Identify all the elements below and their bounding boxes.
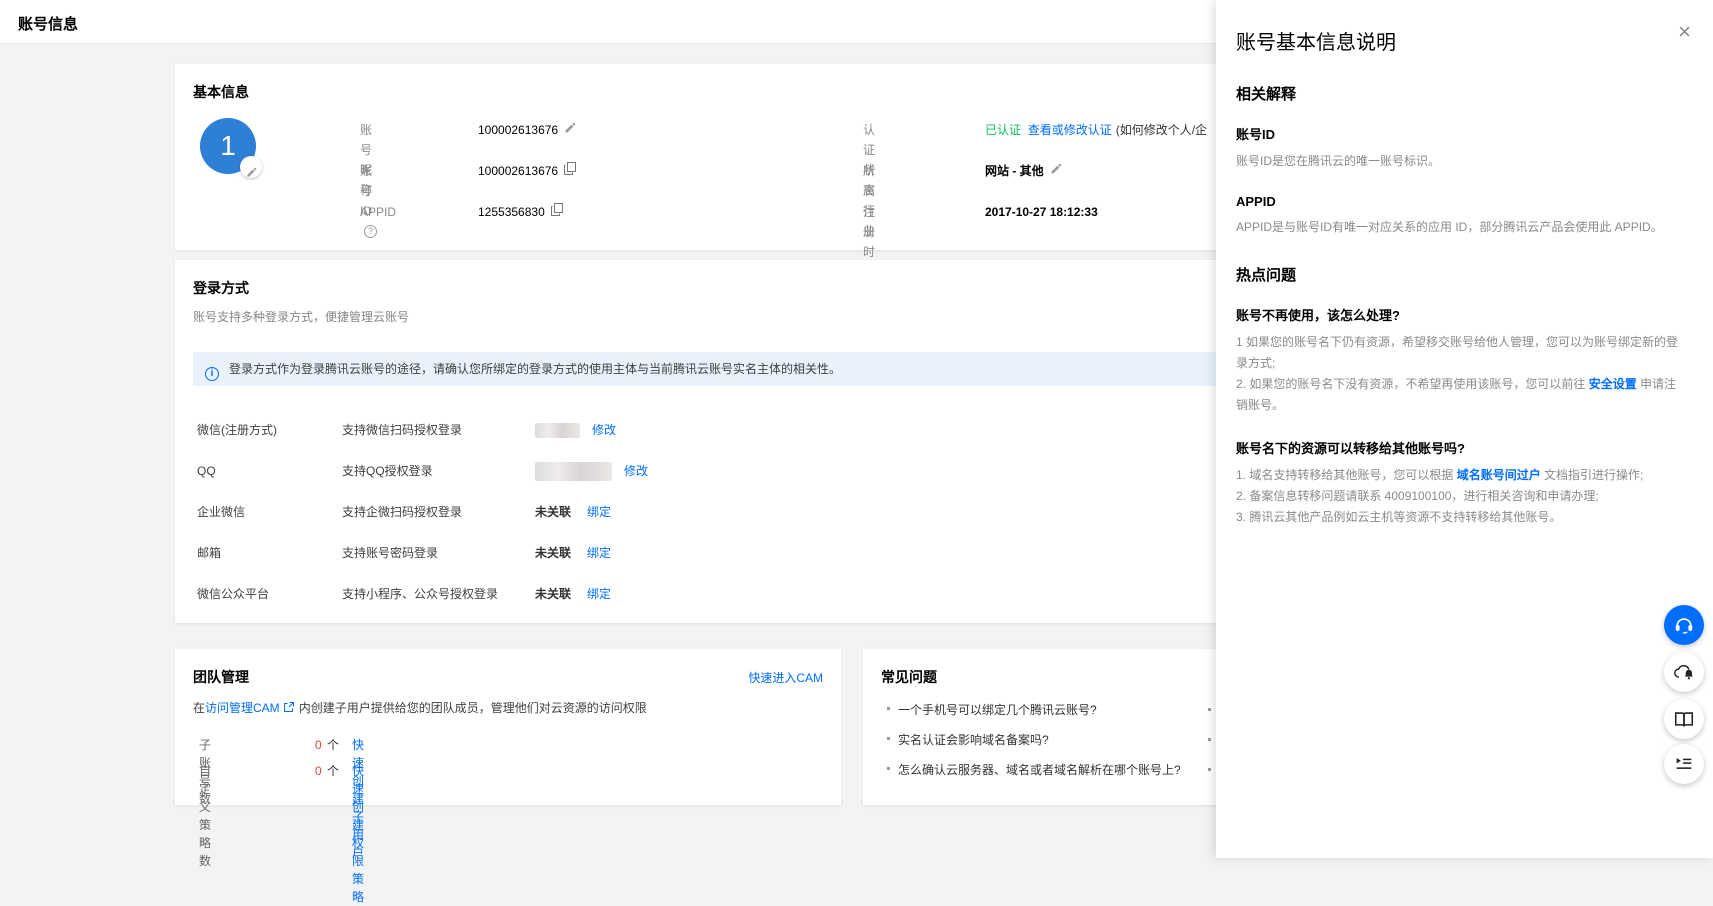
external-link-icon: [283, 702, 295, 716]
copy-icon[interactable]: [564, 161, 576, 181]
survey-icon[interactable]: [1664, 744, 1704, 784]
team-management-card: 团队管理 快速进入CAM 在访问管理CAM 内创建子用户提供给您的团队成员，管理他…: [175, 649, 841, 805]
login-methods-subtitle: 账号支持多种登录方式，便捷管理云账号: [193, 308, 409, 325]
bullet-icon: [1208, 768, 1211, 771]
login-method-desc: 支持微信扫码授权登录: [342, 420, 462, 440]
login-method-name: 微信(注册方式): [197, 420, 277, 440]
security-settings-link[interactable]: 安全设置: [1589, 377, 1637, 391]
nickname-value: 100002613676: [478, 123, 558, 137]
account-id-value: 100002613676: [478, 164, 558, 178]
count-unit: 个: [327, 762, 339, 780]
bullet-icon: [887, 707, 890, 710]
account-id-definition: 账号ID是您在腾讯云的唯一账号标识。: [1236, 151, 1685, 172]
faq-item[interactable]: 一个手机号可以绑定几个腾讯云账号?: [887, 701, 1097, 719]
edit-icon[interactable]: [564, 120, 576, 140]
login-method-desc: 支持账号密码登录: [342, 543, 438, 563]
faq-title: 常见问题: [881, 667, 937, 687]
basic-info-title: 基本信息: [193, 82, 249, 102]
login-method-name: 微信公众平台: [197, 584, 269, 604]
domain-transfer-link[interactable]: 域名账号间过户: [1457, 468, 1541, 482]
bind-link[interactable]: 绑定: [587, 546, 611, 560]
bullet-icon: [887, 737, 890, 740]
bullet-icon: [1208, 708, 1211, 711]
hot-questions-title: 热点问题: [1236, 264, 1685, 285]
close-icon[interactable]: ×: [1678, 22, 1691, 42]
help-icon[interactable]: ?: [364, 225, 377, 238]
info-side-panel: × 账号基本信息说明 相关解释 账号ID 账号ID是您在腾讯云的唯一账号标识。 …: [1216, 0, 1713, 858]
auth-status-value: 已认证: [985, 123, 1021, 137]
account-id-term: 账号ID: [1236, 124, 1685, 143]
faq-item[interactable]: 怎么确认云服务器、域名或者域名解析在哪个账号上?: [887, 761, 1181, 779]
avatar[interactable]: 1: [200, 118, 256, 174]
avatar-edit-icon[interactable]: [240, 156, 262, 178]
team-desc-prefix: 在: [193, 701, 205, 715]
team-desc-suffix: 内创建子用户提供给您的团队成员，管理他们对云资源的访问权限: [299, 701, 647, 715]
bind-status: 未关联: [535, 587, 571, 601]
question-1-title: 账号不再使用，该怎么处理?: [1236, 305, 1685, 324]
masked-value: [535, 423, 580, 438]
login-method-name: 邮箱: [197, 543, 221, 563]
modify-link[interactable]: 修改: [592, 423, 616, 437]
auth-extra-text: (如何修改个人/企: [1116, 123, 1207, 137]
masked-value: [535, 462, 612, 481]
create-policy-link[interactable]: 快速创建权限策略: [352, 762, 364, 906]
bind-link[interactable]: 绑定: [587, 587, 611, 601]
login-method-desc: 支持小程序、公众号授权登录: [342, 584, 498, 604]
bind-status: 未关联: [535, 505, 571, 519]
edit-icon[interactable]: [1050, 161, 1062, 181]
appid-term: APPID: [1236, 194, 1685, 209]
industry-value: 网站 - 其他: [985, 164, 1044, 178]
cam-link[interactable]: 访问管理CAM: [205, 701, 280, 715]
appid-definition: APPID是与账号ID有唯一对应关系的应用 ID，部分腾讯云产品会使用此 APP…: [1236, 217, 1685, 238]
login-methods-title: 登录方式: [193, 278, 249, 298]
login-method-desc: 支持企微扫码授权登录: [342, 502, 462, 522]
enter-cam-link[interactable]: 快速进入CAM: [748, 669, 823, 686]
modify-auth-link[interactable]: 查看或修改认证: [1028, 123, 1112, 137]
copy-icon[interactable]: [551, 202, 563, 222]
bullet-icon: [1208, 738, 1211, 741]
bind-link[interactable]: 绑定: [587, 505, 611, 519]
sub-account-count: 0: [315, 736, 322, 754]
appid-value: 1255356830: [478, 205, 545, 219]
team-title: 团队管理: [193, 667, 249, 687]
book-icon[interactable]: [1664, 699, 1704, 739]
custom-policy-count: 0: [315, 762, 322, 780]
appid-label: APPID: [360, 202, 396, 222]
login-notice-text: 登录方式作为登录腾讯云账号的途径，请确认您所绑定的登录方式的使用主体与当前腾讯云…: [229, 362, 841, 376]
cloud-bell-icon[interactable]: [1664, 652, 1704, 692]
login-method-desc: 支持QQ授权登录: [342, 461, 433, 481]
bullet-icon: [887, 767, 890, 770]
info-icon: i: [205, 367, 219, 381]
question-1-answer: 1 如果您的账号名下仍有资源，希望移交账号给他人管理，您可以为账号绑定新的登录方…: [1236, 332, 1685, 416]
bind-status: 未关联: [535, 546, 571, 560]
headset-icon[interactable]: [1664, 605, 1704, 645]
page-title: 账号信息: [18, 13, 78, 34]
login-method-name: 企业微信: [197, 502, 245, 522]
question-2-answer: 1. 域名支持转移给其他账号，您可以根据 域名账号间过户 文档指引进行操作; 2…: [1236, 465, 1685, 528]
modify-link[interactable]: 修改: [624, 464, 648, 478]
question-2-title: 账号名下的资源可以转移给其他账号吗?: [1236, 438, 1685, 457]
faq-item[interactable]: 实名认证会影响域名备案吗?: [887, 731, 1049, 749]
count-unit: 个: [327, 736, 339, 754]
custom-policy-label: 自定义策略数: [199, 762, 211, 870]
related-explanation-title: 相关解释: [1236, 83, 1685, 104]
login-method-name: QQ: [197, 461, 216, 481]
reg-time-value: 2017-10-27 18:12:33: [985, 202, 1098, 222]
panel-title: 账号基本信息说明: [1236, 26, 1685, 55]
avatar-text: 1: [220, 130, 236, 161]
